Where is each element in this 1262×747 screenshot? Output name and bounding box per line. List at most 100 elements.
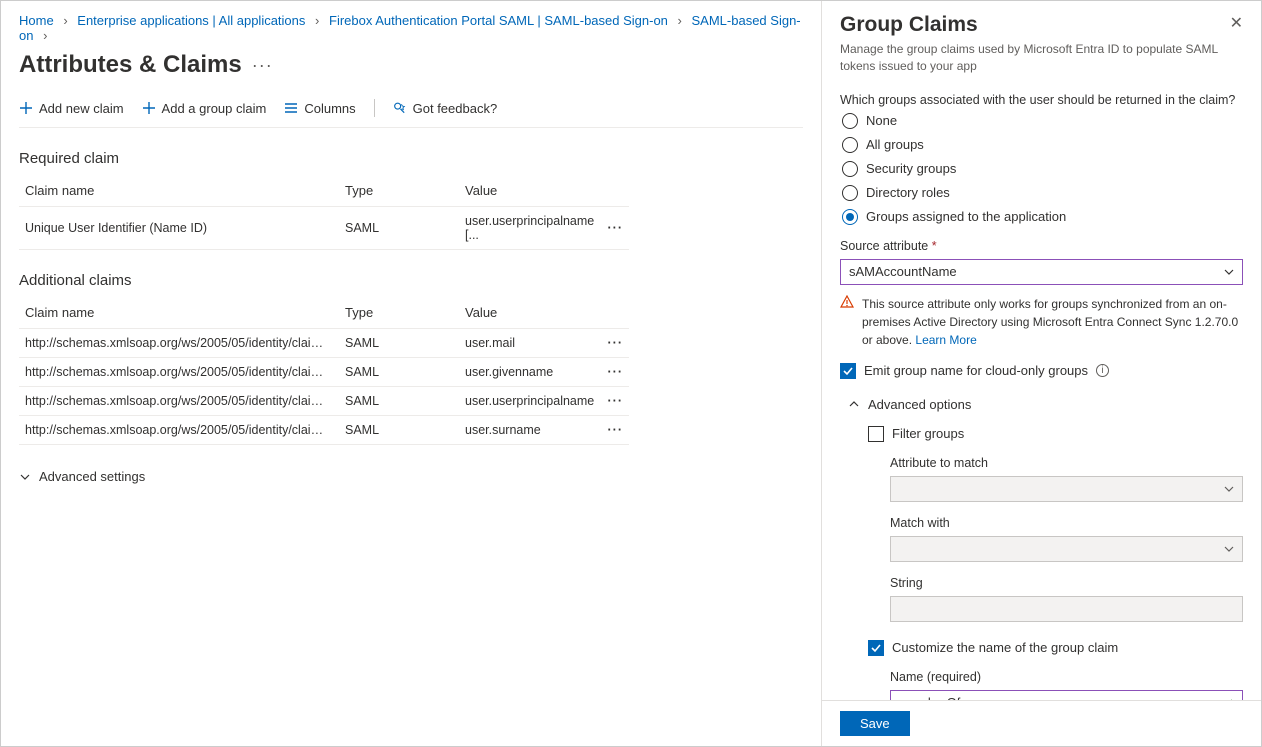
- row-actions-icon[interactable]: ···: [602, 207, 630, 250]
- attribute-to-match-select[interactable]: [890, 476, 1243, 502]
- chevron-down-icon: [19, 471, 31, 483]
- source-attribute-select[interactable]: sAMAccountName: [840, 259, 1243, 285]
- add-group-claim-label: Add a group claim: [162, 101, 267, 116]
- panel-description: Manage the group claims used by Microsof…: [840, 41, 1243, 75]
- claim-type: SAML: [339, 329, 459, 358]
- emit-group-name-checkbox[interactable]: Emit group name for cloud-only groups i: [840, 363, 1243, 379]
- row-actions-icon[interactable]: ···: [602, 416, 630, 445]
- chevron-right-icon: ›: [43, 28, 47, 43]
- additional-claims-table: Claim name Type Value http://schemas.xml…: [19, 297, 629, 445]
- radio-icon: [842, 209, 858, 225]
- claim-value: user.surname: [459, 416, 602, 445]
- claim-type: SAML: [339, 387, 459, 416]
- radio-icon: [842, 185, 858, 201]
- claim-name: Unique User Identifier (Name ID): [19, 207, 339, 250]
- source-attribute-label: Source attribute *: [840, 239, 1243, 253]
- add-new-claim-button[interactable]: Add new claim: [19, 101, 124, 116]
- claim-value: user.mail: [459, 329, 602, 358]
- source-attribute-value: sAMAccountName: [849, 264, 957, 279]
- radio-option[interactable]: Directory roles: [842, 185, 1243, 201]
- feedback-label: Got feedback?: [413, 101, 498, 116]
- chevron-down-icon: [1224, 544, 1234, 554]
- col-name: Claim name: [19, 175, 339, 207]
- required-claims-table: Claim name Type Value Unique User Identi…: [19, 175, 629, 250]
- checkbox-icon: [868, 426, 884, 442]
- radio-label: None: [866, 113, 897, 128]
- match-with-select[interactable]: [890, 536, 1243, 562]
- col-value: Value: [459, 175, 602, 207]
- col-value: Value: [459, 297, 602, 329]
- add-new-claim-label: Add new claim: [39, 101, 124, 116]
- claim-name: http://schemas.xmlsoap.org/ws/2005/05/id…: [19, 358, 339, 387]
- emit-group-name-label: Emit group name for cloud-only groups: [864, 363, 1088, 378]
- claim-type: SAML: [339, 358, 459, 387]
- claim-value: user.userprincipalname: [459, 387, 602, 416]
- plus-icon: [142, 101, 156, 115]
- group-claims-panel: Group Claims ✕ Manage the group claims u…: [821, 1, 1261, 746]
- table-row[interactable]: http://schemas.xmlsoap.org/ws/2005/05/id…: [19, 416, 629, 445]
- save-button[interactable]: Save: [840, 711, 910, 736]
- plus-icon: [19, 101, 33, 115]
- radio-option[interactable]: All groups: [842, 137, 1243, 153]
- warning-icon: [840, 295, 854, 349]
- chevron-down-icon: [1224, 267, 1234, 277]
- checkbox-icon: [840, 363, 856, 379]
- col-name: Claim name: [19, 297, 339, 329]
- radio-icon: [842, 161, 858, 177]
- info-icon[interactable]: i: [1096, 364, 1109, 377]
- close-icon[interactable]: ✕: [1230, 13, 1243, 33]
- row-actions-icon[interactable]: ···: [602, 387, 630, 416]
- table-row[interactable]: http://schemas.xmlsoap.org/ws/2005/05/id…: [19, 387, 629, 416]
- string-label: String: [890, 576, 1243, 590]
- name-field-label: Name (required): [890, 670, 1243, 684]
- name-field-input[interactable]: memberOf: [890, 690, 1243, 700]
- string-input[interactable]: [890, 596, 1243, 622]
- radio-label: Security groups: [866, 161, 956, 176]
- columns-button[interactable]: Columns: [284, 101, 355, 116]
- claim-name: http://schemas.xmlsoap.org/ws/2005/05/id…: [19, 416, 339, 445]
- table-row[interactable]: Unique User Identifier (Name ID) SAML us…: [19, 207, 629, 250]
- chevron-right-icon: ›: [63, 13, 67, 28]
- chevron-up-icon: [848, 398, 860, 410]
- filter-groups-checkbox[interactable]: Filter groups: [868, 426, 1243, 442]
- chevron-down-icon: [1224, 484, 1234, 494]
- required-claim-heading: Required claim: [19, 150, 803, 167]
- columns-icon: [284, 101, 298, 115]
- attribute-to-match-label: Attribute to match: [890, 456, 1243, 470]
- advanced-options-toggle[interactable]: Advanced options: [848, 397, 1243, 412]
- chevron-right-icon: ›: [315, 13, 319, 28]
- radio-option[interactable]: Groups assigned to the application: [842, 209, 1243, 225]
- radio-icon: [842, 113, 858, 129]
- breadcrumb-item[interactable]: Firebox Authentication Portal SAML | SAM…: [329, 13, 668, 28]
- col-type: Type: [339, 175, 459, 207]
- col-type: Type: [339, 297, 459, 329]
- claim-value: user.userprincipalname [...: [459, 207, 602, 250]
- separator: [374, 99, 375, 117]
- breadcrumb: Home › Enterprise applications | All app…: [19, 11, 803, 51]
- table-row[interactable]: http://schemas.xmlsoap.org/ws/2005/05/id…: [19, 358, 629, 387]
- radio-option[interactable]: Security groups: [842, 161, 1243, 177]
- radio-option[interactable]: None: [842, 113, 1243, 129]
- customize-name-checkbox[interactable]: Customize the name of the group claim: [868, 640, 1243, 656]
- row-actions-icon[interactable]: ···: [602, 329, 630, 358]
- customize-name-label: Customize the name of the group claim: [892, 640, 1118, 655]
- learn-more-link[interactable]: Learn More: [915, 333, 976, 347]
- breadcrumb-item[interactable]: Home: [19, 13, 54, 28]
- claim-type: SAML: [339, 416, 459, 445]
- radio-icon: [842, 137, 858, 153]
- claim-name: http://schemas.xmlsoap.org/ws/2005/05/id…: [19, 387, 339, 416]
- row-actions-icon[interactable]: ···: [602, 358, 630, 387]
- chevron-right-icon: ›: [678, 13, 682, 28]
- table-row[interactable]: http://schemas.xmlsoap.org/ws/2005/05/id…: [19, 329, 629, 358]
- advanced-settings-toggle[interactable]: Advanced settings: [19, 469, 803, 484]
- breadcrumb-item[interactable]: Enterprise applications | All applicatio…: [77, 13, 305, 28]
- feedback-button[interactable]: Got feedback?: [393, 101, 498, 116]
- columns-label: Columns: [304, 101, 355, 116]
- page-title: Attributes & Claims: [19, 51, 242, 79]
- feedback-icon: [393, 101, 407, 115]
- radio-label: Groups assigned to the application: [866, 209, 1066, 224]
- more-actions-icon[interactable]: ···: [252, 55, 273, 76]
- match-with-label: Match with: [890, 516, 1243, 530]
- add-group-claim-button[interactable]: Add a group claim: [142, 101, 267, 116]
- checkbox-icon: [868, 640, 884, 656]
